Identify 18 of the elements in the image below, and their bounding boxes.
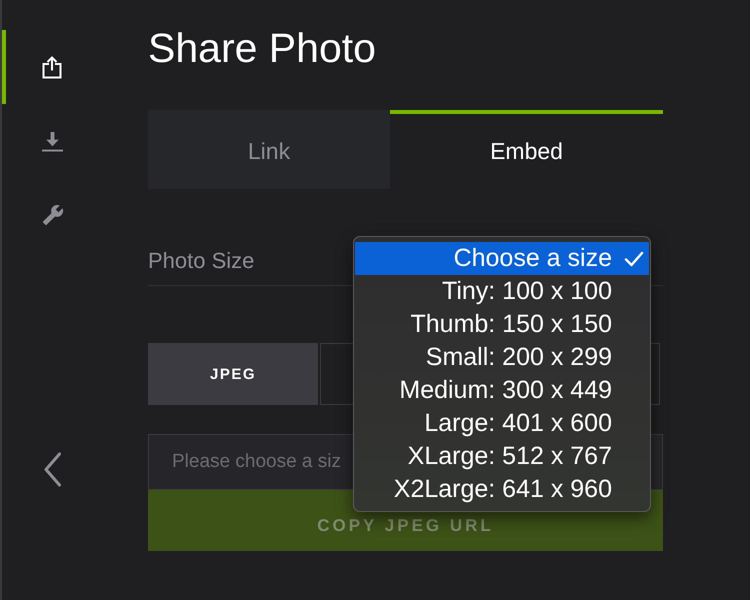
menu-item[interactable]: Medium: 300 x 449 — [355, 374, 649, 407]
download-icon — [42, 130, 63, 152]
format-button[interactable]: JPEG — [148, 343, 318, 405]
tab[interactable]: Embed — [390, 110, 663, 189]
wrench-icon — [42, 204, 64, 226]
chevron-left-icon[interactable] — [43, 452, 62, 487]
placeholder-text: Please choose a siz — [172, 451, 341, 473]
menu-item[interactable]: Small: 200 x 299 — [355, 341, 649, 374]
menu-item[interactable]: Large: 401 x 600 — [355, 407, 649, 440]
tab[interactable]: Link — [148, 110, 390, 189]
menu-item[interactable]: Choose a size — [355, 242, 649, 275]
menu-item[interactable]: Tiny: 100 x 100 — [355, 275, 649, 308]
menu-item[interactable]: Thumb: 150 x 150 — [355, 308, 649, 341]
check-icon — [624, 250, 644, 266]
page-title: Share Photo — [148, 24, 377, 72]
field-label: Photo Size — [148, 248, 254, 274]
menu-item[interactable]: XLarge: 512 x 767 — [355, 440, 649, 473]
share-icon — [42, 55, 62, 79]
